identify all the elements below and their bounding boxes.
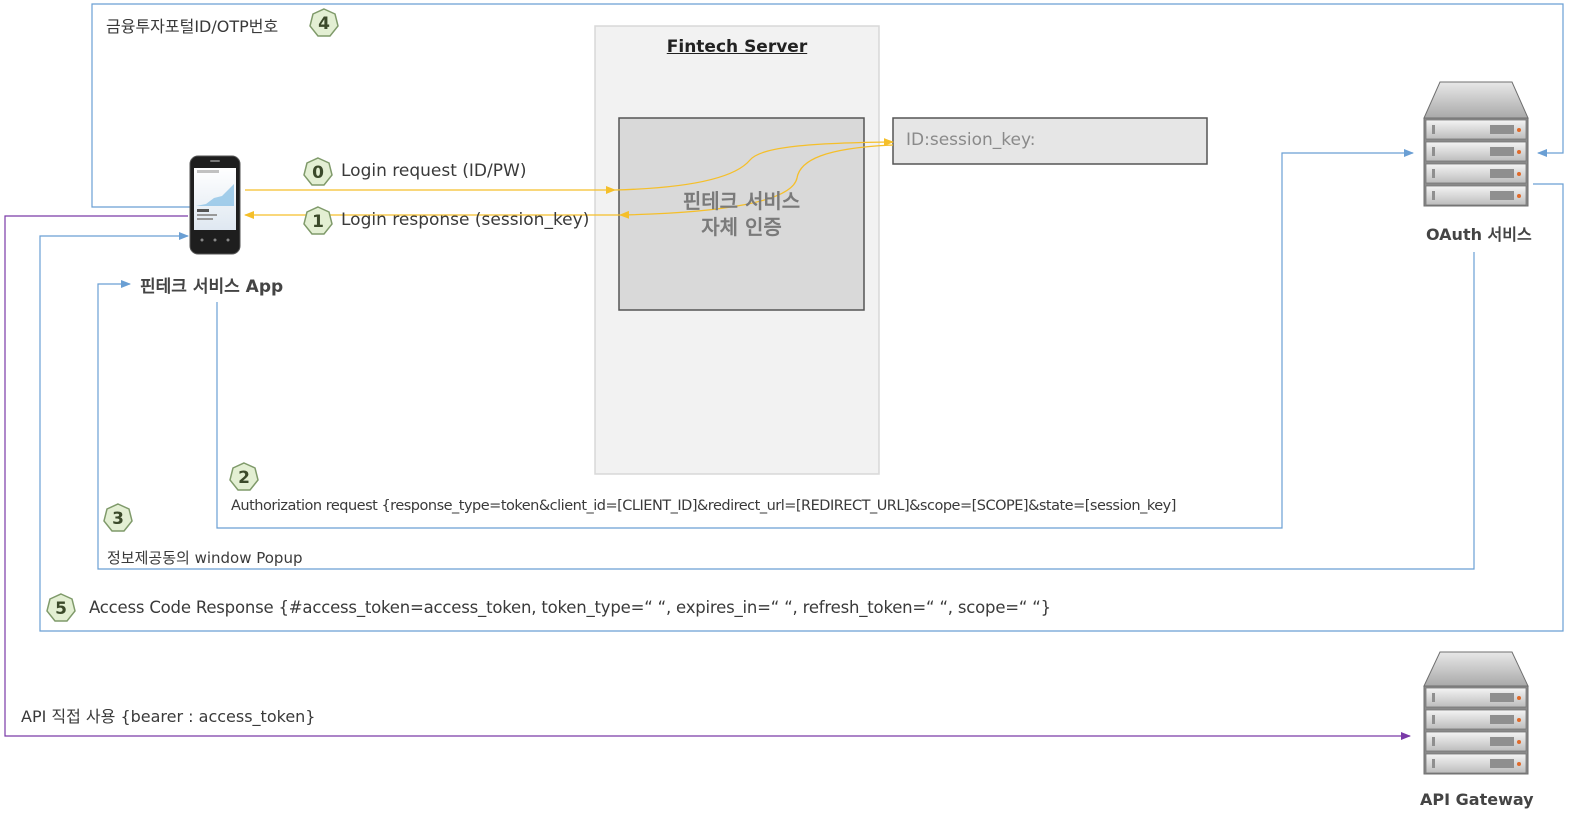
- step-0-label: Login request (ID/PW): [341, 161, 527, 181]
- svg-text:5: 5: [55, 599, 67, 619]
- step-1-label: Login response (session_key): [341, 210, 590, 230]
- step-badge-0: 0: [303, 157, 333, 186]
- self-auth-label: 핀테크 서비스 자체 인증: [619, 188, 864, 240]
- fintech-server-title: Fintech Server: [666, 37, 808, 57]
- api-gateway-label: API Gateway: [1420, 790, 1534, 809]
- session-store-text: ID:session_key:: [906, 130, 1036, 150]
- oauth-label: OAuth 서비스: [1426, 225, 1532, 244]
- step-badge-3: 3: [103, 503, 133, 532]
- step-5-label: Access Code Response {#access_token=acce…: [89, 598, 1051, 617]
- svg-text:2: 2: [238, 468, 250, 488]
- smartphone-icon: [189, 155, 241, 255]
- app-label: 핀테크 서비스 App: [140, 277, 284, 297]
- step-badge-4: 4: [309, 8, 339, 37]
- self-auth-label-line1: 핀테크 서비스: [682, 189, 801, 213]
- svg-text:1: 1: [312, 212, 324, 232]
- step-3-label: 정보제공동의 window Popup: [107, 549, 303, 567]
- step-badge-1: 1: [303, 206, 333, 235]
- svg-text:4: 4: [318, 14, 330, 34]
- svg-text:0: 0: [312, 163, 324, 183]
- step-badge-5: 5: [46, 593, 76, 622]
- step-badge-2: 2: [229, 462, 259, 491]
- api-usage-label: API 직접 사용 {bearer : access_token}: [21, 707, 316, 726]
- self-auth-label-line2: 자체 인증: [701, 215, 782, 239]
- oauth-server-icon: [1423, 81, 1529, 207]
- api-gateway-server-icon: [1423, 651, 1529, 775]
- step-2-label: Authorization request {response_type=tok…: [231, 498, 1176, 514]
- svg-text:3: 3: [112, 509, 124, 529]
- step-4-label: 금융투자포털ID/OTP번호: [106, 17, 279, 36]
